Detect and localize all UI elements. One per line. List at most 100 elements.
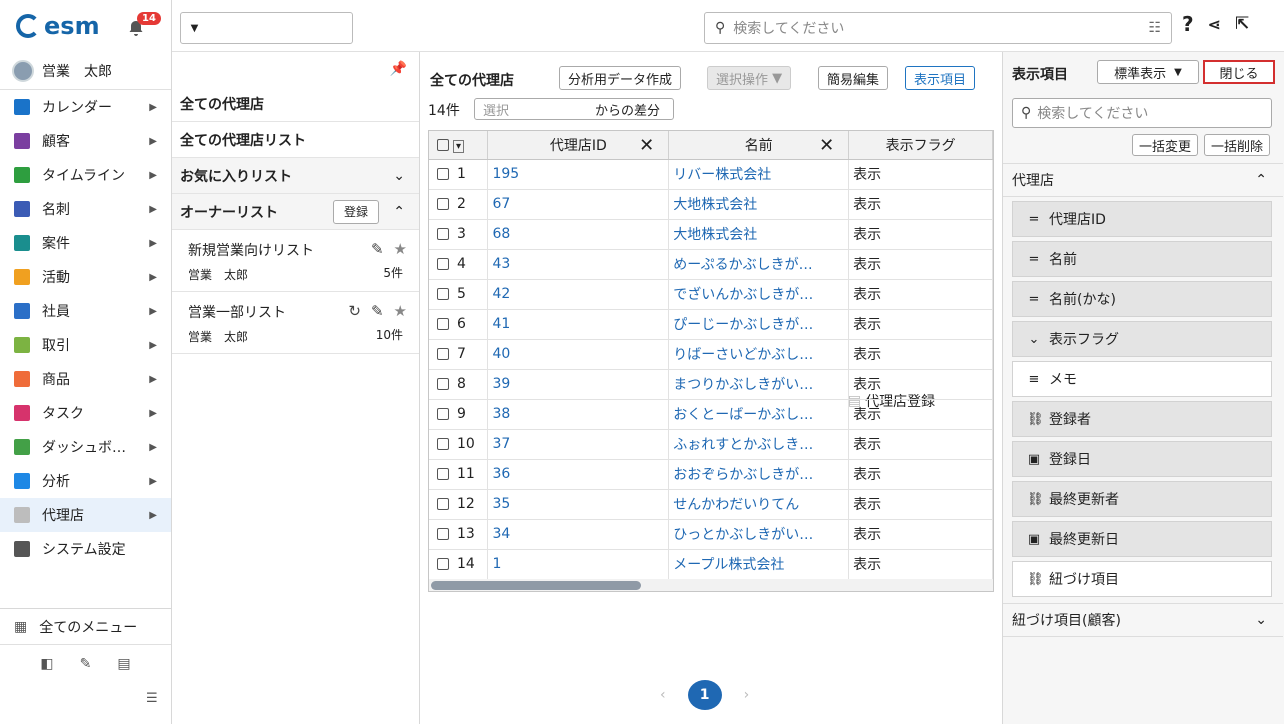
display-field-item[interactable]: = 代理店ID bbox=[1012, 201, 1272, 237]
sidebar-item[interactable]: ダッシュボ… ▶ bbox=[0, 430, 171, 464]
table-row[interactable]: 14 1 メープル株式会社 表示 bbox=[429, 549, 993, 580]
section-linked-customer[interactable]: 紐づけ項目(顧客) ⌄ bbox=[1003, 603, 1283, 637]
display-field-item[interactable]: ▣ 最終更新日 bbox=[1012, 521, 1272, 557]
sidebar-item[interactable]: カレンダー ▶ bbox=[0, 90, 171, 124]
display-field-item[interactable]: ⛓ 最終更新者 bbox=[1012, 481, 1272, 517]
chevron-up-icon[interactable]: ⌃ bbox=[1255, 172, 1267, 188]
chevron-down-icon[interactable]: ⌄ bbox=[393, 168, 405, 184]
agency-id-link[interactable]: 42 bbox=[487, 279, 670, 310]
agency-name-link[interactable]: 大地株式会社 bbox=[668, 189, 850, 220]
row-select-cell[interactable]: 2 bbox=[429, 189, 489, 220]
row-checkbox[interactable] bbox=[437, 198, 449, 210]
open-external-icon[interactable]: ⇱ bbox=[1235, 14, 1249, 34]
all-agency-lists-link[interactable]: 全ての代理店リスト bbox=[172, 122, 419, 158]
agency-name-link[interactable]: せんかわだいりてん bbox=[668, 489, 850, 520]
column-header-name[interactable]: 名前 ✕ bbox=[668, 131, 850, 160]
column-header-flag[interactable]: 表示フラグ bbox=[848, 131, 993, 160]
agency-id-link[interactable]: 41 bbox=[487, 309, 670, 340]
row-checkbox[interactable] bbox=[437, 468, 449, 480]
collapse-sidebar-icon[interactable]: ☰ bbox=[146, 691, 158, 706]
list-item[interactable]: 営業一部リスト 営業 太郎 10件 ↻ ✎ ★ bbox=[172, 292, 419, 354]
display-field-item[interactable]: ⛓ 登録者 bbox=[1012, 401, 1272, 437]
bulk-delete-button[interactable]: 一括削除 bbox=[1203, 134, 1270, 156]
refresh-icon[interactable]: ↻ bbox=[348, 302, 361, 320]
agency-name-link[interactable]: ふぉれすとかぶしき… bbox=[668, 429, 850, 460]
row-select-cell[interactable]: 3 bbox=[429, 219, 489, 250]
agency-name-link[interactable]: 大地株式会社 bbox=[668, 219, 850, 250]
scrollbar-thumb[interactable] bbox=[431, 581, 641, 590]
sidebar-item[interactable]: 活動 ▶ bbox=[0, 260, 171, 294]
agency-id-link[interactable]: 68 bbox=[487, 219, 670, 250]
row-select-cell[interactable]: 7 bbox=[429, 339, 489, 370]
table-row[interactable]: 11 36 おおぞらかぶしきが… 表示 bbox=[429, 459, 993, 490]
sidebar-item[interactable]: 社員 ▶ bbox=[0, 294, 171, 328]
row-checkbox[interactable] bbox=[437, 378, 449, 390]
sidebar-item[interactable]: 取引 ▶ bbox=[0, 328, 171, 362]
sidebar-item[interactable]: 商品 ▶ bbox=[0, 362, 171, 396]
chevron-down-icon[interactable]: ⌄ bbox=[1255, 612, 1267, 628]
table-row[interactable]: 2 67 大地株式会社 表示 bbox=[429, 189, 993, 220]
wrench-icon[interactable]: ✎ bbox=[80, 656, 92, 672]
row-select-cell[interactable]: 12 bbox=[429, 489, 489, 520]
sidebar-item[interactable]: 顧客 ▶ bbox=[0, 124, 171, 158]
row-select-cell[interactable]: 6 bbox=[429, 309, 489, 340]
table-row[interactable]: 6 41 ぴーじーかぶしきが… 表示 bbox=[429, 309, 993, 340]
sidebar-item[interactable]: システム設定 bbox=[0, 532, 171, 566]
book-icon[interactable]: ◧ bbox=[40, 656, 53, 672]
register-agency-button[interactable]: ▤ 代理店登録 ▼ bbox=[180, 12, 1183, 724]
table-row[interactable]: 10 37 ふぉれすとかぶしき… 表示 bbox=[429, 429, 993, 460]
agency-id-link[interactable]: 195 bbox=[487, 159, 670, 190]
row-select-cell[interactable]: 14 bbox=[429, 549, 489, 580]
row-checkbox[interactable] bbox=[437, 168, 449, 180]
agency-name-link[interactable]: ひっとかぶしきがい… bbox=[668, 519, 850, 550]
display-field-item[interactable]: ⌄ 表示フラグ bbox=[1012, 321, 1272, 357]
horizontal-scrollbar[interactable] bbox=[429, 579, 993, 591]
select-operation-button[interactable]: 選択操作 ▼ bbox=[707, 66, 792, 90]
row-select-cell[interactable]: 4 bbox=[429, 249, 489, 280]
row-select-cell[interactable]: 13 bbox=[429, 519, 489, 550]
display-field-item[interactable]: ▣ 登録日 bbox=[1012, 441, 1272, 477]
register-list-button[interactable]: 登録 bbox=[332, 199, 379, 224]
register-dropdown-icon[interactable]: ▼ bbox=[181, 13, 208, 43]
display-field-item[interactable]: = 名前(かな) bbox=[1012, 281, 1272, 317]
row-checkbox[interactable] bbox=[437, 498, 449, 510]
select-all-checkbox[interactable] bbox=[437, 138, 449, 151]
agency-name-link[interactable]: リバー株式会社 bbox=[668, 159, 850, 190]
edit-list-icon[interactable]: ✎ bbox=[371, 240, 384, 258]
prev-page-icon[interactable]: ‹ bbox=[660, 687, 666, 703]
preset-select[interactable]: 標準表示 ▼ bbox=[1097, 60, 1199, 84]
sidebar-item[interactable]: 分析 ▶ bbox=[0, 464, 171, 498]
film-icon[interactable]: ▤ bbox=[117, 656, 130, 672]
global-search-input[interactable]: ⚲ 検索してください ☷ bbox=[704, 12, 1172, 44]
display-field-item[interactable]: ⛓ 紐づけ項目 bbox=[1012, 561, 1272, 597]
table-row[interactable]: 12 35 せんかわだいりてん 表示 bbox=[429, 489, 993, 520]
row-select-cell[interactable]: 1 bbox=[429, 159, 489, 190]
row-checkbox[interactable] bbox=[437, 348, 449, 360]
sidebar-item[interactable]: タスク ▶ bbox=[0, 396, 171, 430]
row-checkbox[interactable] bbox=[437, 408, 449, 420]
agency-id-link[interactable]: 39 bbox=[487, 369, 670, 400]
agency-name-link[interactable]: りばーさいどかぶし… bbox=[668, 339, 850, 370]
row-select-cell[interactable]: 10 bbox=[429, 429, 489, 460]
row-checkbox[interactable] bbox=[437, 528, 449, 540]
analysis-data-button[interactable]: 分析用データ作成 bbox=[559, 66, 682, 90]
filter-settings-icon[interactable]: ☷ bbox=[1148, 20, 1161, 36]
table-row[interactable]: 4 43 めーぷるかぶしきが… 表示 bbox=[429, 249, 993, 280]
quick-edit-button[interactable]: 簡易編集 bbox=[818, 66, 889, 90]
row-checkbox[interactable] bbox=[437, 318, 449, 330]
all-menu-button[interactable]: ▦ 全てのメニュー bbox=[0, 609, 171, 645]
star-icon[interactable]: ★ bbox=[394, 240, 407, 258]
favorites-section[interactable]: お気に入りリスト ⌄ bbox=[172, 158, 419, 194]
all-agencies-link[interactable]: 全ての代理店 bbox=[172, 86, 419, 122]
table-row[interactable]: 3 68 大地株式会社 表示 bbox=[429, 219, 993, 250]
bulk-change-button[interactable]: 一括変更 bbox=[1131, 134, 1198, 156]
row-checkbox[interactable] bbox=[437, 288, 449, 300]
agency-id-link[interactable]: 35 bbox=[487, 489, 670, 520]
row-select-cell[interactable]: 5 bbox=[429, 279, 489, 310]
section-agency[interactable]: 代理店 ⌃ bbox=[1003, 163, 1283, 197]
diff-select[interactable]: 選択 からの差分 bbox=[474, 98, 674, 120]
row-checkbox[interactable] bbox=[437, 258, 449, 270]
user-row[interactable]: 営業 太郎 bbox=[0, 52, 171, 90]
agency-name-link[interactable]: おおぞらかぶしきが… bbox=[668, 459, 850, 490]
table-row[interactable]: 9 38 おくとーばーかぶし… 表示 bbox=[429, 399, 993, 430]
